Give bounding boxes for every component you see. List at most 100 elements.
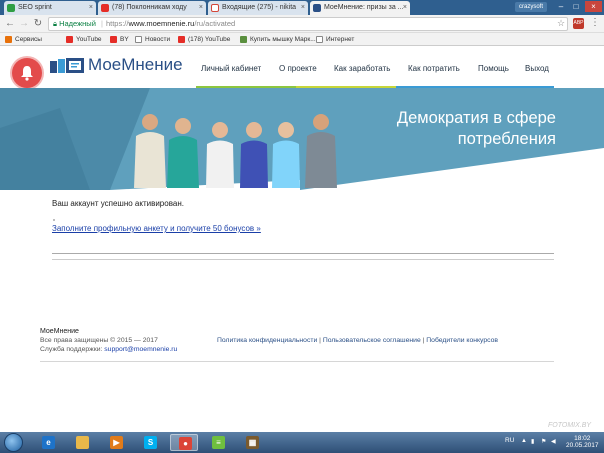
network-icon[interactable]: ▮ [531, 438, 534, 445]
nav-how-to-earn[interactable]: Как заработать [334, 64, 390, 73]
tab-seo-sprint[interactable]: SEO sprint × [4, 1, 96, 15]
bell-icon [21, 66, 33, 81]
bookmark-internet[interactable]: Интернет [316, 33, 354, 46]
adblock-extension-icon[interactable]: ABP [573, 18, 584, 29]
browser-tab-strip: SEO sprint × (78) Поклонникам ходу × Вхо… [0, 0, 604, 15]
nav-help[interactable]: Помощь [478, 64, 509, 73]
youtube-icon [66, 36, 73, 43]
footer-support: Служба поддержки: support@moemnenie.ru [40, 346, 177, 353]
folder-icon [76, 436, 89, 449]
windows-taskbar: e ▶ S ● ≡ ▦ RU ▲ ▮ ⚑ ◀ 18:02 20.05.2017 [0, 432, 604, 453]
browser-menu-icon[interactable]: ⋮ [590, 17, 600, 28]
archive-icon: ▦ [246, 436, 259, 449]
taskbar-app-button[interactable]: ≡ [204, 434, 232, 451]
bookmark-news[interactable]: Новости [135, 33, 170, 46]
flag-icon[interactable]: ⚑ [541, 438, 546, 445]
link-bullet [53, 219, 55, 221]
nav-how-to-spend[interactable]: Как потратить [408, 64, 460, 73]
footer-divider [40, 361, 554, 362]
bookmark-by[interactable]: BY [110, 33, 129, 46]
footer-brand: МоеМнение [40, 328, 79, 335]
user-agreement-link[interactable]: Пользовательское соглашение [323, 337, 421, 344]
document-icon [316, 36, 323, 43]
watermark: FOTOMIX.BY [548, 422, 592, 429]
bookmark-star-icon[interactable]: ☆ [557, 18, 565, 29]
bookmark-buy-mouse[interactable]: Купить мышку Марк... [240, 33, 316, 46]
lock-icon: 🔒︎ [53, 19, 57, 28]
clock-date: 20.05.2017 [566, 442, 599, 449]
logo-text[interactable]: МоеМнение [88, 55, 183, 75]
youtube-icon [110, 36, 117, 43]
skype-icon: S [144, 436, 157, 449]
content-divider-secondary [52, 259, 554, 260]
bookmark-youtube-178[interactable]: (178) YouTube [178, 33, 230, 46]
taskbar-app-button[interactable] [68, 434, 96, 451]
tray-expand-icon[interactable]: ▲ [521, 438, 527, 444]
taskbar-app-button[interactable]: e [34, 434, 62, 451]
hero-title: Демократия в сфере потребления [396, 109, 556, 148]
bookmark-youtube[interactable]: YouTube [66, 33, 102, 46]
taskbar-app-button[interactable]: S [136, 434, 164, 451]
media-player-icon: ▶ [110, 436, 123, 449]
minimize-button[interactable]: – [554, 1, 568, 12]
gmail-favicon-icon [211, 4, 219, 12]
start-button[interactable] [4, 433, 23, 452]
moemnenie-favicon-icon [313, 4, 321, 12]
nav-personal-account[interactable]: Личный кабинет [201, 64, 261, 73]
internet-explorer-icon: e [42, 436, 55, 449]
hero-banner: Демократия в сфере потребления [0, 88, 604, 190]
tab-gmail[interactable]: Входящие (275) - nikita × [208, 1, 308, 15]
url-divider: | [100, 19, 103, 28]
bluestacks-icon: ≡ [212, 436, 225, 449]
mouse-icon [240, 36, 247, 43]
url-host: www.moemnenie.ru [128, 19, 195, 28]
apps-icon [5, 36, 12, 43]
document-icon [135, 36, 142, 43]
forward-arrow-icon[interactable]: → [18, 18, 30, 30]
seo-sprint-favicon-icon [7, 4, 15, 12]
reload-icon[interactable]: ↻ [32, 18, 44, 30]
content-divider [52, 253, 554, 254]
tab-youtube[interactable]: (78) Поклонникам ходу × [98, 1, 206, 15]
back-arrow-icon[interactable]: ← [4, 18, 16, 30]
site-header: МоеМнение Личный кабинет О проекте Как з… [0, 46, 604, 90]
nav-logout[interactable]: Выход [525, 64, 549, 73]
url-input[interactable]: 🔒︎ Надежный | https://www.moemnenie.ru/ru… [48, 17, 568, 31]
taskbar-app-button[interactable]: ▦ [238, 434, 266, 451]
taskbar-app-button[interactable]: ▶ [102, 434, 130, 451]
notification-bell-button[interactable] [12, 58, 42, 88]
maximize-button[interactable]: □ [569, 1, 583, 12]
system-clock[interactable]: 18:02 20.05.2017 [566, 435, 599, 449]
close-tab-icon[interactable]: × [199, 4, 203, 11]
bookmarks-bar: Сервисы YouTube BY Новости (178) YouTube… [0, 33, 604, 46]
profile-button[interactable]: crazysoft [515, 2, 548, 12]
secure-label: Надежный [59, 19, 96, 28]
close-tab-icon[interactable]: × [89, 4, 93, 11]
support-label: Служба поддержки: [40, 346, 103, 353]
activation-success-message: Ваш аккаунт успешно активирован. [52, 199, 184, 208]
tab-moemnenie[interactable]: МоеМнение: призы за ... × [310, 1, 410, 15]
footer-copyright: Все права защищены © 2015 — 2017 [40, 337, 158, 344]
language-indicator[interactable]: RU [505, 437, 514, 444]
bookmark-services[interactable]: Сервисы [5, 33, 42, 46]
hero-people-photo [134, 114, 337, 188]
volume-icon[interactable]: ◀ [551, 438, 556, 445]
youtube-favicon-icon [101, 4, 109, 12]
contest-winners-link[interactable]: Победители конкурсов [426, 337, 498, 344]
close-tab-icon[interactable]: × [301, 4, 305, 11]
fill-profile-link[interactable]: Заполните профильную анкету и получите 5… [52, 224, 261, 233]
close-window-button[interactable]: × [585, 1, 602, 12]
url-path: /ru/activated [194, 19, 236, 28]
logo-mark-icon[interactable] [50, 58, 84, 74]
footer-links: Политика конфиденциальности | Пользовате… [217, 337, 498, 344]
youtube-icon [178, 36, 185, 43]
close-tab-icon[interactable]: × [403, 4, 407, 11]
privacy-policy-link[interactable]: Политика конфиденциальности [217, 337, 317, 344]
taskbar-app-button[interactable]: ● [170, 434, 198, 451]
chrome-icon: ● [179, 437, 192, 450]
nav-about[interactable]: О проекте [279, 64, 317, 73]
support-email-link[interactable]: support@moemnenie.ru [104, 346, 177, 353]
address-bar: ← → ↻ 🔒︎ Надежный | https://www.moemnenie… [0, 15, 604, 33]
clock-time: 18:02 [574, 435, 591, 442]
url-scheme: https:// [105, 19, 129, 28]
